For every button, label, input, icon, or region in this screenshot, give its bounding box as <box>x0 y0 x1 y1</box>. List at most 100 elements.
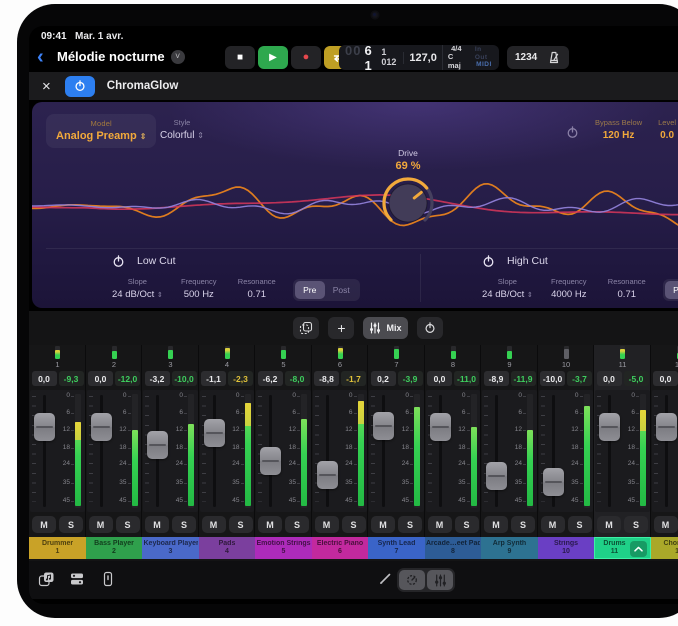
metronome-icon[interactable] <box>547 51 561 65</box>
solo-button[interactable]: S <box>59 516 83 533</box>
peak-value[interactable]: -1,7 <box>341 371 366 386</box>
mute-button[interactable]: M <box>315 516 339 533</box>
mute-button[interactable]: M <box>654 516 678 533</box>
volume-value[interactable]: -6,2 <box>258 371 283 386</box>
browsers-button[interactable] <box>68 570 86 588</box>
solo-button[interactable]: S <box>568 516 592 533</box>
mute-button[interactable]: M <box>258 516 282 533</box>
plugin-power-button[interactable] <box>65 76 95 97</box>
peak-value[interactable]: -11,0 <box>454 371 479 386</box>
low-cut-frequency-control[interactable]: Frequency 500 Hz <box>177 277 221 300</box>
volume-fader[interactable] <box>147 431 168 459</box>
volume-value[interactable]: 0,0 <box>597 371 622 386</box>
level-control[interactable]: Level 0.0 <box>658 118 676 141</box>
track-name-plate[interactable]: Synth Lead7 <box>368 537 425 559</box>
solo-button[interactable]: S <box>116 516 140 533</box>
record-button[interactable]: ● <box>291 46 321 69</box>
low-cut-power-button[interactable] <box>112 255 125 268</box>
channel-strip-3[interactable]: 3-3,2-10,0061218243545MSKeyboard Player3 <box>142 345 199 559</box>
channel-strip-1[interactable]: 10,0-9,3061218243545MSDrummer1 <box>29 345 86 559</box>
collapse-chevron-up-button[interactable] <box>630 541 647 557</box>
channel-strip-9[interactable]: 9-8,9-11,9061218243545MSArp Synth9 <box>481 345 538 559</box>
volume-fader[interactable] <box>430 413 451 441</box>
volume-value[interactable]: 0,0 <box>653 371 678 386</box>
controls-view-button[interactable] <box>399 570 425 590</box>
peak-value[interactable]: -9,3 <box>59 371 84 386</box>
volume-value[interactable]: 0,0 <box>32 371 57 386</box>
peak-value[interactable]: -12,0 <box>115 371 140 386</box>
mute-button[interactable]: M <box>541 516 565 533</box>
channel-strip-2[interactable]: 20,0-12,0061218243545MSBass Player2 <box>86 345 143 559</box>
volume-value[interactable]: 0,0 <box>427 371 452 386</box>
style-selector[interactable]: Style Colorful ⇕ <box>160 118 204 141</box>
track-name-plate[interactable]: Electric Piano6 <box>312 537 369 559</box>
channel-strip-5[interactable]: 5-6,2-8,0061218243545MSEmotion Strings5 <box>255 345 312 559</box>
track-name-plate[interactable]: Strings10 <box>538 537 595 559</box>
post-button[interactable]: Post <box>325 281 358 299</box>
track-name-plate[interactable]: Pads4 <box>199 537 256 559</box>
volume-fader[interactable] <box>599 413 620 441</box>
track-name-plate[interactable]: Bass Player2 <box>86 537 143 559</box>
volume-value[interactable]: -1,1 <box>201 371 226 386</box>
channel-strip-7[interactable]: 70,2-3,9061218243545MSSynth Lead7 <box>368 345 425 559</box>
play-button[interactable]: ▶ <box>258 46 288 69</box>
volume-value[interactable]: -8,9 <box>484 371 509 386</box>
low-cut-resonance-control[interactable]: Resonance 0.71 <box>235 277 279 300</box>
add-track-button[interactable]: + <box>328 317 354 339</box>
peak-value[interactable]: -10,0 <box>172 371 197 386</box>
channel-strip-12[interactable]: 120,0061218243545MSChorus V12 <box>651 345 678 559</box>
track-name-plate[interactable]: Keyboard Player3 <box>142 537 199 559</box>
solo-button[interactable]: S <box>511 516 535 533</box>
track-name-plate[interactable]: Drums11 <box>594 537 651 559</box>
lcd-display[interactable]: 006 11 012 127,0 4/4 C maj In Out MIDI <box>339 45 499 70</box>
peak-value[interactable]: -2,3 <box>228 371 253 386</box>
volume-fader[interactable] <box>543 468 564 496</box>
volume-value[interactable]: -8,8 <box>314 371 339 386</box>
edit-pencil-button[interactable] <box>378 571 393 591</box>
project-title-menu[interactable]: Mélodie nocturne ˅ <box>57 49 185 64</box>
channel-strip-6[interactable]: 6-8,8-1,7061218243545MSElectric Piano6 <box>312 345 369 559</box>
low-cut-slope-control[interactable]: Slope 24 dB/Oct ⇕ <box>112 277 163 300</box>
solo-button[interactable]: S <box>398 516 422 533</box>
mixer-power-button[interactable] <box>417 317 443 339</box>
high-cut-power-button[interactable] <box>482 255 495 268</box>
pre-button[interactable]: Pre <box>295 281 325 299</box>
mute-button[interactable]: M <box>597 516 621 533</box>
model-selector[interactable]: Model Analog Preamp ⇕ <box>46 114 156 148</box>
high-cut-resonance-control[interactable]: Resonance 0.71 <box>605 277 649 300</box>
mixer-view-button[interactable] <box>427 570 453 590</box>
high-cut-frequency-control[interactable]: Frequency 4000 Hz <box>547 277 591 300</box>
mute-button[interactable]: M <box>428 516 452 533</box>
mute-button[interactable]: M <box>202 516 226 533</box>
drive-knob[interactable] <box>378 173 438 233</box>
track-name-plate[interactable]: Drummer1 <box>29 537 86 559</box>
solo-button[interactable]: S <box>342 516 366 533</box>
volume-fader[interactable] <box>317 461 338 489</box>
channel-strip-10[interactable]: 10-10,0-3,7061218243545MSStrings10 <box>538 345 595 559</box>
peak-value[interactable]: -11,9 <box>511 371 536 386</box>
close-icon[interactable]: × <box>42 79 51 94</box>
loop-browser-button[interactable] <box>37 570 55 588</box>
track-name-plate[interactable]: Arp Synth9 <box>481 537 538 559</box>
controls-panel-button[interactable] <box>99 570 117 588</box>
peak-value[interactable]: -8,0 <box>285 371 310 386</box>
solo-button[interactable]: S <box>172 516 196 533</box>
volume-fader[interactable] <box>260 447 281 475</box>
volume-value[interactable]: 0,2 <box>371 371 396 386</box>
solo-button[interactable]: S <box>624 516 648 533</box>
track-name-plate[interactable]: Chorus V12 <box>651 537 678 559</box>
track-name-plate[interactable]: Arcade…eet Pad8 <box>425 537 482 559</box>
volume-value[interactable]: -3,2 <box>145 371 170 386</box>
volume-fader[interactable] <box>486 462 507 490</box>
channel-strip-8[interactable]: 80,0-11,0061218243545MSArcade…eet Pad8 <box>425 345 482 559</box>
bypass-below-control[interactable]: Bypass Below 120 Hz <box>595 118 642 141</box>
volume-fader[interactable] <box>34 413 55 441</box>
mix-view-button[interactable]: Mix <box>363 317 407 339</box>
solo-button[interactable]: S <box>229 516 253 533</box>
duplicate-button[interactable] <box>293 317 319 339</box>
volume-fader[interactable] <box>656 413 677 441</box>
volume-fader[interactable] <box>204 419 225 447</box>
back-button[interactable]: ‹ <box>37 45 44 69</box>
volume-fader[interactable] <box>91 413 112 441</box>
track-name-plate[interactable]: Emotion Strings5 <box>255 537 312 559</box>
